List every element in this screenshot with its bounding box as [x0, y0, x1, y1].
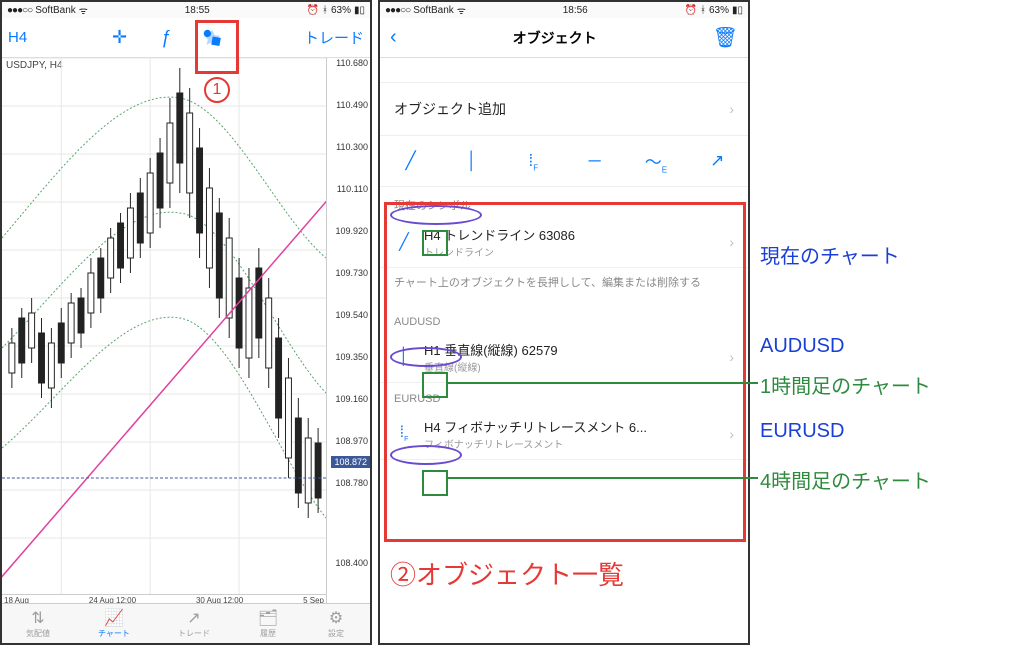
battery-label: 63%: [331, 5, 351, 16]
tool-shortcut-row: ╱ │ ⁞F ─ 〜E ↗: [380, 136, 748, 187]
status-bar: ●●●○○ SoftBank ᯤ 18:56 ⏰ ᚼ 63% ▮▯: [380, 2, 748, 18]
indicator-icon[interactable]: ƒ: [152, 27, 180, 48]
tab-history[interactable]: 🗂履歴: [258, 608, 278, 639]
page-title: オブジェクト: [513, 28, 597, 48]
trade-button[interactable]: トレード: [304, 27, 364, 48]
current-price: 108.872: [331, 456, 370, 468]
object-subtitle: 垂直線(縦線): [424, 359, 719, 374]
phone-objects-screen: ●●●○○ SoftBank ᯤ 18:56 ⏰ ᚼ 63% ▮▯ ‹ オブジェ…: [378, 0, 750, 645]
chart-toolbar: H4 ✛ ƒ トレード: [2, 18, 370, 58]
status-time: 18:56: [563, 5, 588, 16]
group-eurusd: EURUSD: [380, 383, 748, 409]
trendline-tool-icon[interactable]: ╱: [396, 151, 426, 171]
annotation-list-title: ②オブジェクト一覧: [390, 555, 624, 592]
bottom-tab-bar: ⇅気配値 📈チャート ↗トレード 🗂履歴 ⚙設定: [2, 603, 370, 643]
battery-label: 63%: [709, 5, 729, 16]
hint-text: チャート上のオブジェクトを長押しして、編集または削除する: [380, 268, 748, 305]
timeframe-button[interactable]: H4: [8, 29, 27, 46]
quotes-icon: ⇅: [28, 608, 48, 628]
tab-quotes[interactable]: ⇅気配値: [26, 608, 50, 639]
bluetooth-icon: ᚼ: [322, 5, 328, 16]
trade-icon: ↗: [184, 608, 204, 628]
object-row-vline[interactable]: │ H1 垂直線(縦線) 62579 垂直線(縦線) ›: [380, 332, 748, 383]
object-title: H4 フィボナッチリトレースメント 6...: [424, 417, 719, 436]
chevron-right-icon: ›: [729, 101, 734, 117]
annotation-box-h4b: [422, 470, 448, 496]
object-title: H1 垂直線(縦線) 62579: [424, 340, 719, 359]
carrier-label: SoftBank: [35, 5, 76, 16]
bluetooth-icon: ᚼ: [700, 5, 706, 16]
fibo-icon: ⁞F: [394, 424, 414, 443]
object-subtitle: トレンドライン: [424, 244, 719, 259]
object-subtitle: フィボナッチリトレースメント: [424, 436, 719, 451]
annotation-eurusd: EURUSD: [760, 420, 844, 443]
object-title: H4 トレンドライン 63086: [424, 225, 719, 244]
history-icon: 🗂: [258, 608, 278, 628]
elliott-tool-icon[interactable]: 〜E: [641, 148, 671, 174]
group-audusd: AUDUSD: [380, 306, 748, 332]
chevron-right-icon: ›: [729, 426, 734, 442]
tab-trade[interactable]: ↗トレード: [178, 608, 210, 639]
settings-icon: ⚙: [326, 608, 346, 628]
signal-icon: ●●●○○: [385, 5, 410, 16]
signal-icon: ●●●○○: [7, 5, 32, 16]
chart-area[interactable]: USDJPY, H4: [2, 58, 370, 608]
tab-chart[interactable]: 📈チャート: [98, 608, 130, 639]
back-button[interactable]: ‹: [390, 26, 397, 49]
phone-chart-screen: ●●●○○ SoftBank ᯤ 18:55 ⏰ ᚼ 63% ▮▯ H4 ✛ ƒ…: [0, 0, 372, 645]
annotation-h1-chart: 1時間足のチャート: [760, 370, 931, 399]
add-object-label: オブジェクト追加: [394, 99, 506, 119]
battery-icon: ▮▯: [354, 5, 365, 16]
wifi-icon: ᯤ: [79, 3, 88, 17]
annotation-audusd: AUDUSD: [760, 335, 844, 358]
tab-settings[interactable]: ⚙設定: [326, 608, 346, 639]
alarm-icon: ⏰: [307, 5, 319, 16]
delete-button[interactable]: 🗑: [713, 25, 738, 50]
battery-icon: ▮▯: [732, 5, 743, 16]
objects-header: ‹ オブジェクト 🗑: [380, 18, 748, 58]
object-row-fibo[interactable]: ⁞F H4 フィボナッチリトレースメント 6... フィボナッチリトレースメント…: [380, 409, 748, 460]
vertical-line-tool-icon[interactable]: │: [457, 151, 487, 171]
carrier-label: SoftBank: [413, 5, 454, 16]
status-bar: ●●●○○ SoftBank ᯤ 18:55 ⏰ ᚼ 63% ▮▯: [2, 2, 370, 18]
group-current-symbol: 現在のシンボル: [380, 187, 748, 217]
annotation-current-chart: 現在のチャート: [760, 240, 900, 269]
price-axis: 110.680 110.490 110.300 110.110 109.920 …: [326, 58, 370, 608]
objects-icon[interactable]: [198, 27, 226, 49]
trendline-icon: ╱: [394, 232, 414, 252]
object-row-trendline[interactable]: ╱ H4 トレンドライン 63086 トレンドライン ›: [380, 217, 748, 268]
chevron-right-icon: ›: [729, 349, 734, 365]
chevron-right-icon: ›: [729, 234, 734, 250]
arrow-tool-icon[interactable]: ↗: [702, 151, 732, 171]
fibo-tool-icon[interactable]: ⁞F: [518, 151, 548, 172]
wifi-icon: ᯤ: [457, 3, 466, 17]
crosshair-icon[interactable]: ✛: [106, 27, 134, 48]
annotation-h4-chart: 4時間足のチャート: [760, 465, 931, 494]
vertical-line-icon: │: [394, 348, 414, 366]
horizontal-line-tool-icon[interactable]: ─: [580, 151, 610, 171]
chart-icon: 📈: [104, 608, 124, 628]
alarm-icon: ⏰: [685, 5, 697, 16]
status-time: 18:55: [185, 5, 210, 16]
add-object-row[interactable]: オブジェクト追加 ›: [380, 82, 748, 136]
objects-list: オブジェクト追加 › ╱ │ ⁞F ─ 〜E ↗ 現在のシンボル ╱ H4 トレ…: [380, 82, 748, 460]
